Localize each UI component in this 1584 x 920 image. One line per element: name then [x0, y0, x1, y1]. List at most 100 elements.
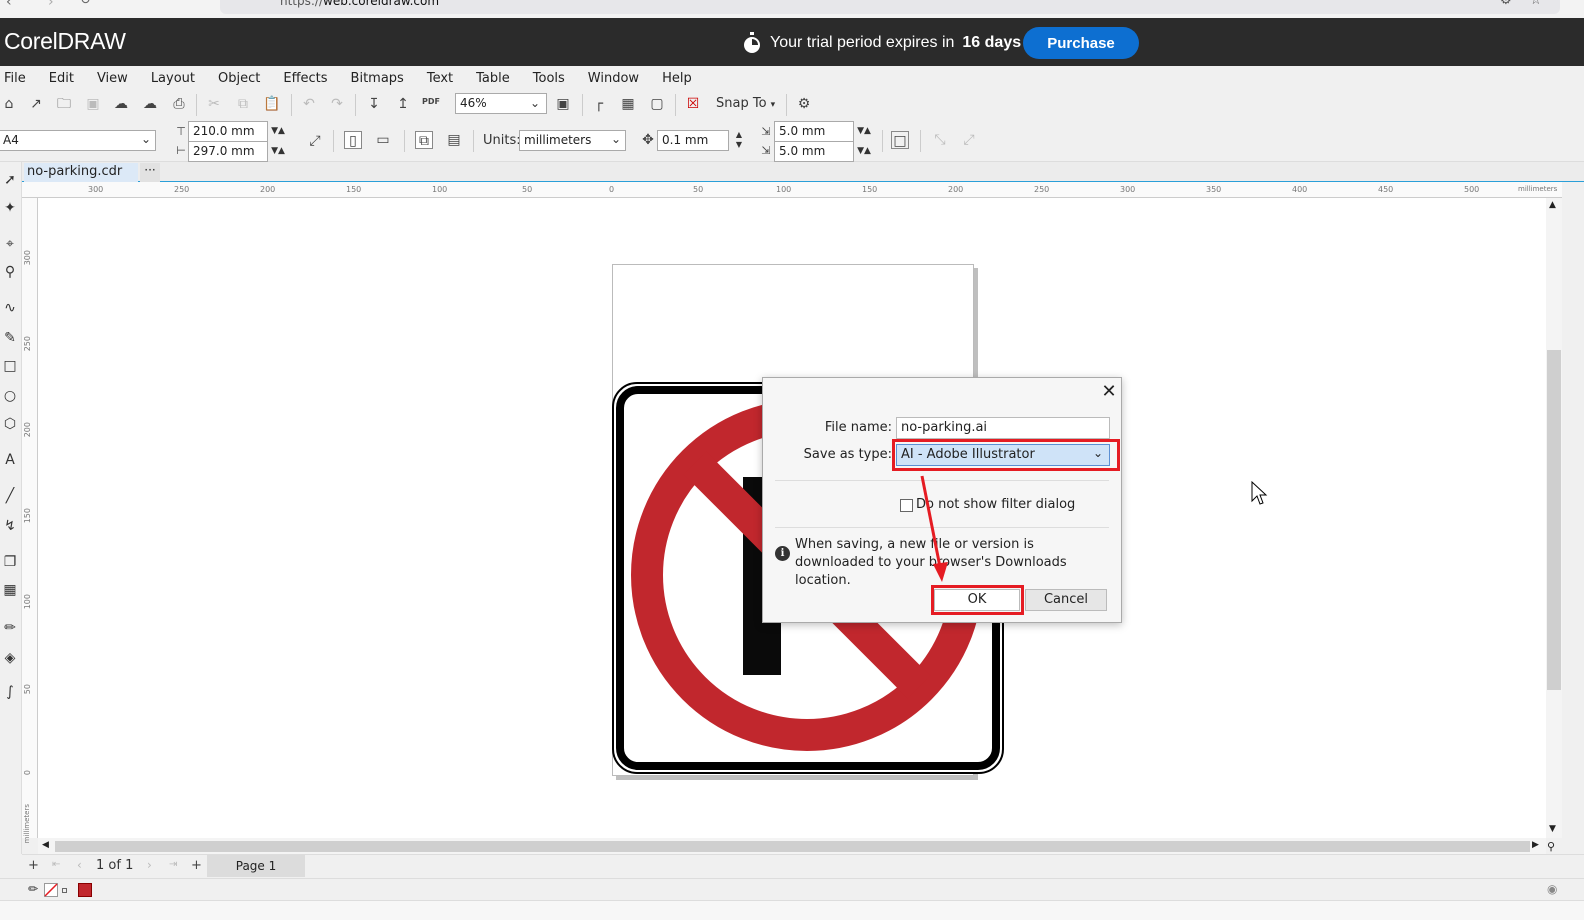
redo-icon[interactable]: ↷	[328, 95, 346, 113]
page-tab[interactable]: Page 1	[207, 855, 305, 877]
landscape-icon[interactable]: ▭	[374, 131, 392, 149]
home-icon[interactable]: ⌂	[0, 95, 18, 113]
import-icon[interactable]: ↧	[365, 95, 383, 113]
cloud-download-icon[interactable]: ☁	[112, 95, 130, 113]
pick-tool-icon[interactable]: ➚	[0, 170, 20, 190]
freehand-tool-icon[interactable]: ∿	[0, 298, 20, 318]
chevron-down-icon[interactable]: ⌄	[530, 96, 540, 110]
print-icon[interactable]: ⎙	[170, 95, 188, 113]
add-page-after-icon[interactable]: +	[191, 858, 202, 873]
ellipse-tool-icon[interactable]: ○	[0, 386, 20, 406]
page-width-input[interactable]: 210.0 mm	[188, 121, 268, 142]
rulers-icon[interactable]: ┌	[590, 95, 608, 113]
menu-bitmaps[interactable]: Bitmaps	[347, 71, 414, 86]
scroll-left-icon[interactable]: ◀	[42, 840, 49, 850]
menu-help[interactable]: Help	[658, 71, 702, 86]
zoom-corner-icon[interactable]: ⚲	[1547, 840, 1555, 853]
guidelines-icon[interactable]: ▢	[648, 95, 666, 113]
expand-icon[interactable]: ◉	[1547, 882, 1557, 896]
portrait-icon[interactable]: ▯	[344, 131, 362, 149]
document-tab[interactable]: no-parking.cdr	[24, 163, 138, 182]
scroll-up-icon[interactable]: ▲	[1549, 200, 1556, 210]
dup-x-spinner[interactable]: ▼▲	[853, 121, 875, 142]
last-page-icon[interactable]: ⇥	[169, 859, 177, 870]
units-select[interactable]: millimeters	[519, 130, 626, 151]
menu-edit[interactable]: Edit	[45, 71, 84, 86]
horizontal-scroll-thumb[interactable]	[55, 841, 1530, 852]
fill-color-swatch[interactable]	[78, 883, 92, 897]
address-bar[interactable]: https://web.coreldraw.com	[220, 0, 1560, 14]
shadow-tool-icon[interactable]: ❐	[0, 552, 20, 572]
eyedropper-icon[interactable]: ✏	[28, 882, 38, 896]
back-icon[interactable]: ‹	[6, 0, 12, 10]
scale-outline-icon[interactable]: ⤢	[960, 131, 978, 149]
reload-icon[interactable]: ↻	[80, 0, 91, 8]
cancel-button[interactable]: Cancel	[1025, 589, 1107, 611]
more-options-button[interactable]: ···	[140, 163, 160, 182]
snap-to-button[interactable]: Snap To ▾	[716, 96, 775, 111]
undo-icon[interactable]: ↶	[300, 95, 318, 113]
eyedropper-tool-icon[interactable]: ✏	[0, 618, 20, 638]
transform-icon[interactable]: ⤢	[306, 132, 324, 150]
first-page-icon[interactable]: ⇤	[52, 859, 60, 870]
page-height-input[interactable]: 297.0 mm	[188, 141, 268, 162]
save-icon[interactable]: ▣	[84, 95, 102, 113]
menu-layout[interactable]: Layout	[147, 71, 205, 86]
previous-page-icon[interactable]: ‹	[77, 858, 82, 872]
vertical-scroll-thumb[interactable]	[1547, 350, 1561, 690]
menu-object[interactable]: Object	[214, 71, 270, 86]
transparency-tool-icon[interactable]: ▦	[0, 580, 20, 600]
duplicate-y-input[interactable]: 5.0 mm	[774, 141, 854, 162]
add-page-before-icon[interactable]: +	[28, 858, 39, 873]
scroll-right-icon[interactable]: ▶	[1532, 840, 1539, 850]
chevron-down-icon[interactable]: ⌄	[611, 132, 621, 146]
menu-effects[interactable]: Effects	[279, 71, 337, 86]
horizontal-ruler[interactable]: 300 250 200 150 100 50 0 50 100 150 200 …	[22, 182, 1562, 198]
paste-icon[interactable]: 📋	[263, 95, 281, 113]
duplicate-x-input[interactable]: 5.0 mm	[774, 121, 854, 142]
file-name-input[interactable]: no-parking.ai	[896, 417, 1110, 439]
shape-tool-icon[interactable]: ✦	[0, 198, 20, 218]
snap-off-icon[interactable]: ☒	[684, 95, 702, 113]
menu-tools[interactable]: Tools	[529, 71, 575, 86]
cut-icon[interactable]: ✂	[205, 95, 223, 113]
crop-tool-icon[interactable]: ⌖	[0, 234, 20, 254]
dup-y-spinner[interactable]: ▼▲	[853, 141, 875, 162]
publish-pdf-icon[interactable]: PDF	[422, 93, 440, 111]
outline-none-icon[interactable]	[44, 883, 58, 897]
close-icon[interactable]: ✕	[1099, 382, 1119, 402]
options-gear-icon[interactable]: ⚙	[795, 95, 813, 113]
chevron-down-icon[interactable]: ⌄	[141, 132, 151, 146]
vertical-ruler[interactable]: 300 250 200 150 100 50 0 millimeters	[22, 198, 38, 843]
treat-as-filled-icon[interactable]: □	[891, 131, 909, 149]
line-tool-icon[interactable]: ╱	[0, 486, 20, 506]
purchase-button[interactable]: Purchase	[1023, 27, 1139, 59]
forward-icon[interactable]: ›	[48, 0, 54, 10]
open-external-icon[interactable]: ↗	[27, 95, 45, 113]
scroll-down-icon[interactable]: ▼	[1549, 824, 1556, 834]
menu-table[interactable]: Table	[472, 71, 520, 86]
menu-view[interactable]: View	[93, 71, 138, 86]
extension-icon[interactable]: ⚙	[1500, 0, 1512, 8]
fill-tool-icon[interactable]: ◈	[0, 648, 20, 668]
menu-file[interactable]: File	[0, 71, 36, 86]
polygon-tool-icon[interactable]: ⬡	[0, 414, 20, 434]
bookmark-star-icon[interactable]: ☆	[1530, 0, 1542, 8]
export-icon[interactable]: ↥	[394, 95, 412, 113]
smart-fill-icon[interactable]: ∫	[0, 682, 20, 702]
current-page-icon[interactable]: ▤	[445, 131, 463, 149]
zoom-tool-icon[interactable]: ⚲	[0, 262, 20, 282]
scale-icon[interactable]: ⤡	[931, 131, 949, 149]
width-spinner[interactable]: ▼▲	[267, 121, 289, 142]
artistic-media-icon[interactable]: ✎	[0, 328, 20, 348]
nudge-input[interactable]: 0.1 mm	[657, 130, 729, 151]
menu-window[interactable]: Window	[584, 71, 649, 86]
grid-icon[interactable]: ▦	[619, 95, 637, 113]
cloud-upload-icon[interactable]: ☁	[141, 95, 159, 113]
copy-icon[interactable]: ⧉	[234, 95, 252, 113]
zoom-page-icon[interactable]: ▣	[554, 95, 572, 113]
page-size-select[interactable]: A4	[0, 130, 156, 151]
connector-tool-icon[interactable]: ↯	[0, 516, 20, 536]
menu-text[interactable]: Text	[423, 71, 463, 86]
text-tool-icon[interactable]: A	[0, 450, 20, 470]
